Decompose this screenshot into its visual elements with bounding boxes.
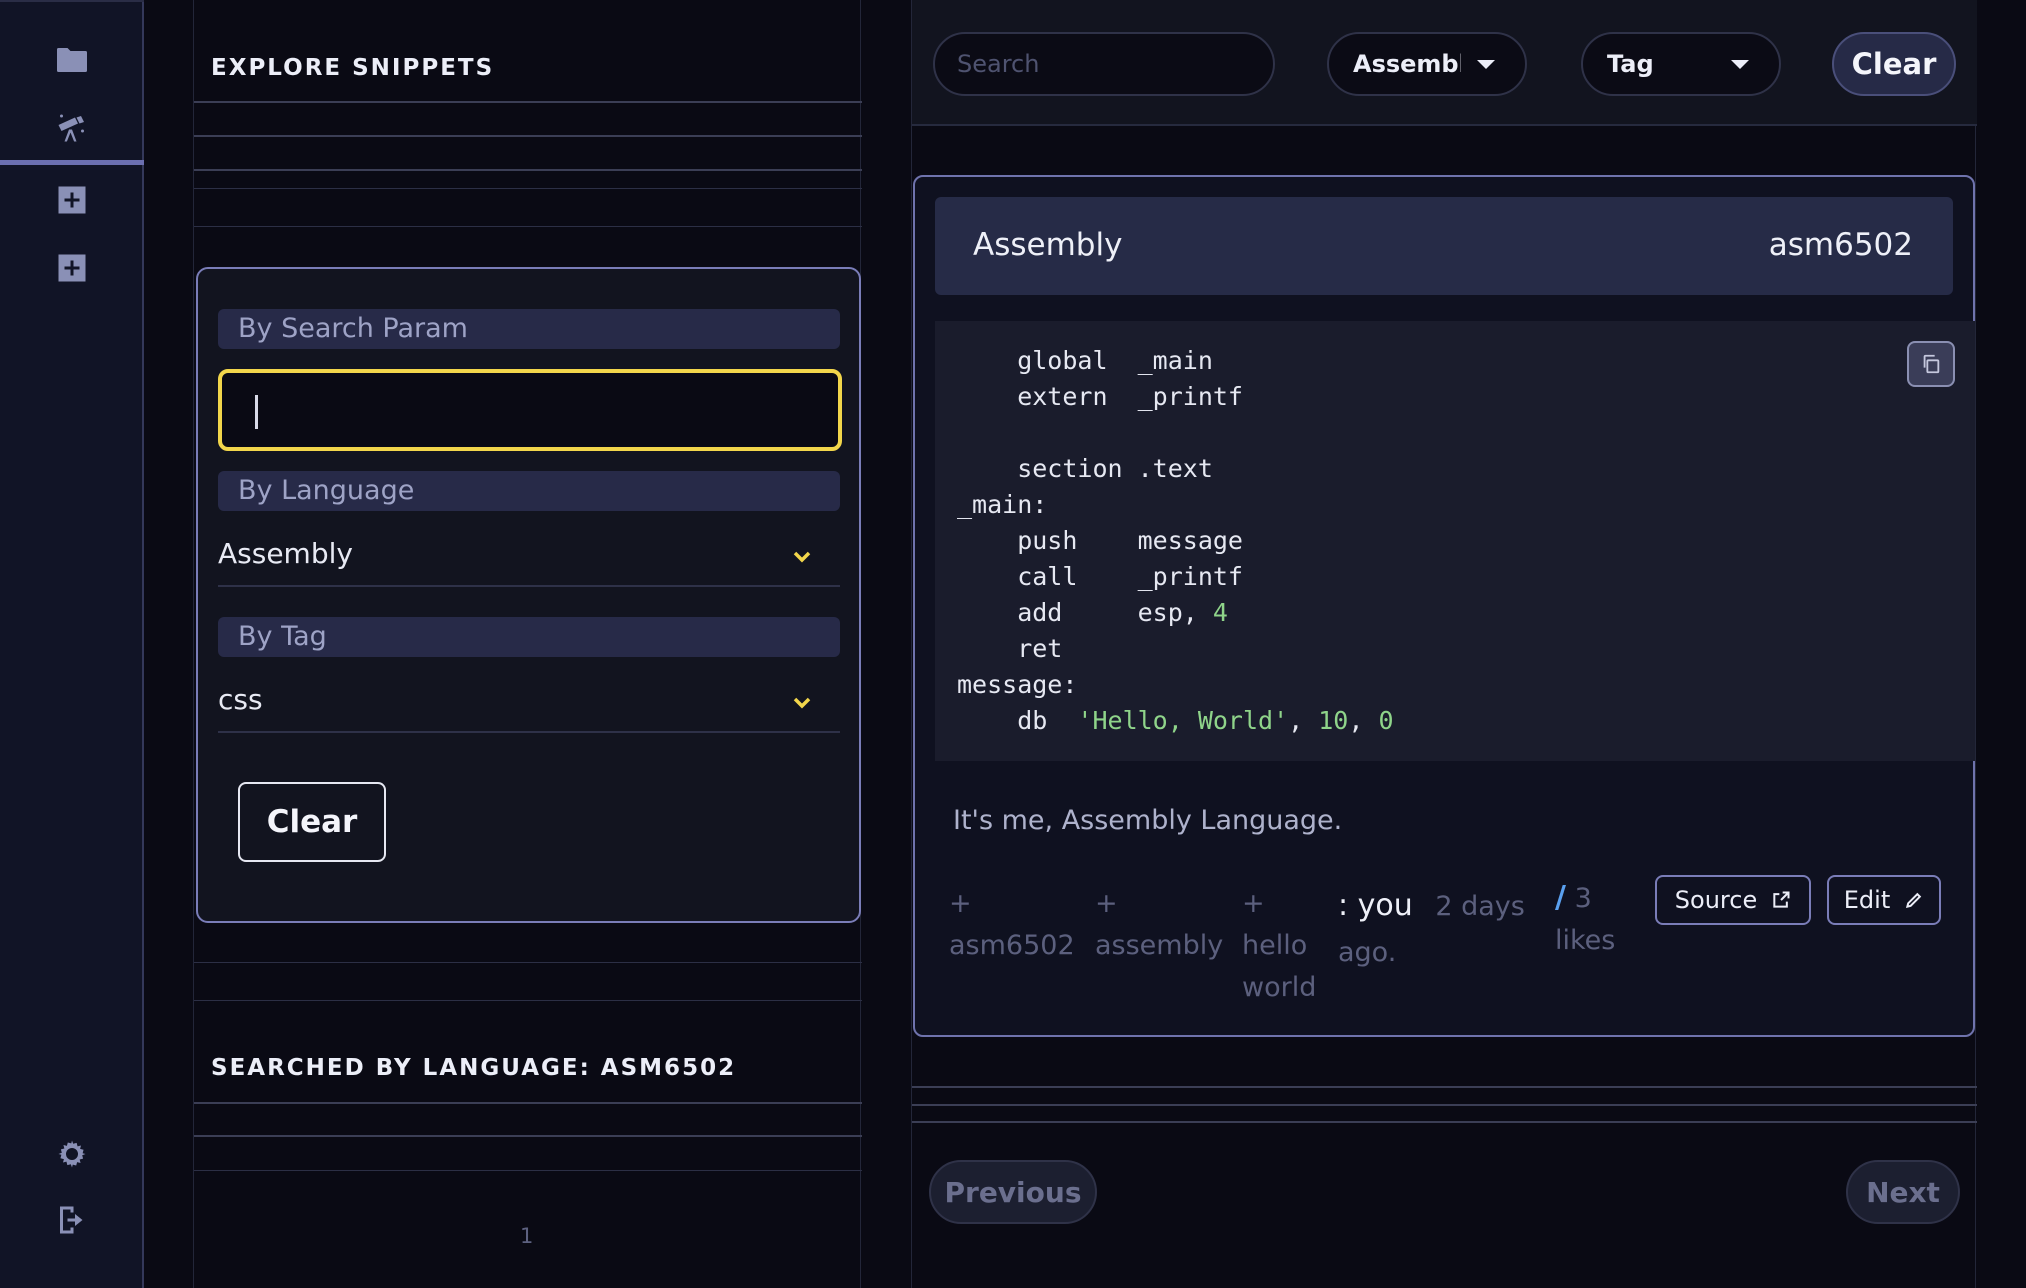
explorer-title: EXPLORE SNIPPETS <box>211 55 495 81</box>
tag-label: asm6502 <box>949 930 1075 961</box>
tag-label: assembly <box>1095 930 1224 961</box>
copy-icon <box>1923 354 1940 374</box>
snippet-header: Assembly asm6502 <box>935 197 1953 295</box>
divider <box>912 1086 1977 1088</box>
clear-filters-button[interactable]: Clear <box>238 782 386 862</box>
language-dropdown[interactable]: Assembly <box>1327 32 1527 96</box>
plus-icon: + <box>1095 888 1118 919</box>
search-param-input[interactable] <box>218 369 842 451</box>
likes-count[interactable]: / 3 likes <box>1555 877 1625 962</box>
rail-top-divider <box>0 0 144 2</box>
tag-label: hello world <box>1242 930 1317 1003</box>
tag-select-value: css <box>218 683 263 716</box>
results-panel: Search Assembly Tag Clear Assembly asm65… <box>911 0 1977 1288</box>
divider <box>194 1102 862 1104</box>
copy-code-button[interactable] <box>1907 341 1955 387</box>
logout-icon[interactable] <box>52 1200 92 1240</box>
tag-link[interactable]: + asm6502 <box>949 883 1075 967</box>
divider <box>194 188 862 189</box>
settings-gear-icon[interactable] <box>52 1134 92 1174</box>
source-label: Source <box>1674 886 1758 914</box>
next-page-button[interactable]: Next <box>1846 1160 1960 1224</box>
author-name: : you <box>1338 888 1413 923</box>
text-caret <box>255 395 258 429</box>
like-icon: / <box>1555 880 1566 915</box>
code-content: global _main extern _printf section .tex… <box>957 346 1394 735</box>
snippet-language: Assembly <box>973 227 1123 263</box>
divider <box>194 101 862 103</box>
clear-button[interactable]: Clear <box>1832 32 1956 96</box>
snippet-language-tag: asm6502 <box>1768 227 1913 263</box>
telescope-icon[interactable] <box>52 108 92 148</box>
results-toolbar: Search Assembly Tag Clear <box>912 0 1977 126</box>
explorer-panel: EXPLORE SNIPPETS By Search Param By Lang… <box>193 0 862 1288</box>
edit-label: Edit <box>1843 886 1891 914</box>
snippet-author: : you 2 days ago. <box>1338 883 1538 976</box>
caret-down-icon <box>1477 60 1495 69</box>
tag-dropdown-value: Tag <box>1607 50 1654 78</box>
tag-select[interactable]: css <box>218 677 840 733</box>
language-label: By Language <box>218 471 840 511</box>
external-link-icon <box>1773 891 1790 908</box>
tag-link[interactable]: + hello world <box>1242 883 1342 1009</box>
divider <box>194 226 862 227</box>
add-square-icon[interactable] <box>52 248 92 288</box>
snippet-description: It's me, Assembly Language. <box>953 805 1343 836</box>
code-block: global _main extern _printf section .tex… <box>935 321 1975 761</box>
divider <box>912 1104 1977 1106</box>
search-param-label: By Search Param <box>218 309 840 349</box>
add-square-icon[interactable] <box>52 180 92 220</box>
page-number[interactable]: 1 <box>520 1224 533 1248</box>
tag-link[interactable]: + assembly <box>1095 883 1223 967</box>
language-dropdown-value: Assembly <box>1353 50 1461 78</box>
divider <box>194 1135 862 1137</box>
divider <box>194 962 862 963</box>
divider <box>194 169 862 171</box>
divider <box>194 1000 862 1001</box>
caret-down-icon <box>1731 60 1749 69</box>
previous-page-button[interactable]: Previous <box>929 1160 1097 1224</box>
source-button[interactable]: Source <box>1655 875 1811 925</box>
divider <box>912 1121 1977 1123</box>
sidebar-rail <box>0 0 144 1288</box>
folder-icon[interactable] <box>52 40 92 80</box>
tag-dropdown[interactable]: Tag <box>1581 32 1781 96</box>
chevron-down-icon <box>790 545 814 569</box>
searched-by-title: SEARCHED BY LANGUAGE: ASM6502 <box>211 1055 737 1081</box>
snippet-card: Assembly asm6502 global _main extern _pr… <box>913 175 1975 1037</box>
pencil-icon <box>1906 892 1922 909</box>
active-indicator <box>0 160 144 165</box>
plus-icon: + <box>1242 888 1265 919</box>
tag-label: By Tag <box>218 617 840 657</box>
chevron-down-icon <box>790 691 814 715</box>
language-select-value: Assembly <box>218 537 353 570</box>
plus-icon: + <box>949 888 972 919</box>
filter-card: By Search Param By Language Assembly By … <box>196 267 861 923</box>
edit-button[interactable]: Edit <box>1827 875 1941 925</box>
language-select[interactable]: Assembly <box>218 531 840 587</box>
divider <box>194 135 862 137</box>
search-input[interactable]: Search <box>933 32 1275 96</box>
divider <box>194 1170 862 1171</box>
